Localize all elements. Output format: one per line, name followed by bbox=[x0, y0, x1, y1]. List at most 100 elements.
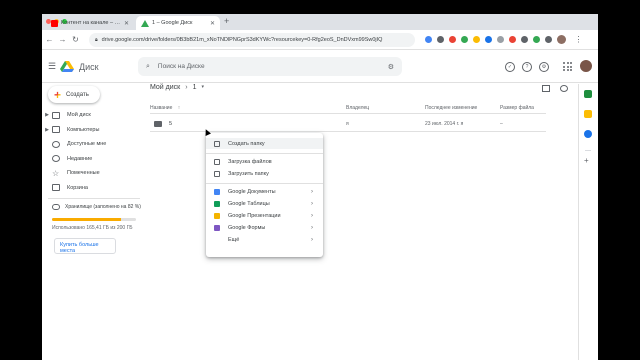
extension-icon[interactable] bbox=[497, 36, 504, 43]
file-size: – bbox=[500, 121, 503, 127]
chevron-right-icon: › bbox=[311, 236, 313, 243]
column-size[interactable]: Размер файла bbox=[500, 105, 534, 111]
create-button[interactable]: + Создать bbox=[48, 86, 100, 103]
keep-icon[interactable] bbox=[584, 110, 592, 118]
close-tab-icon[interactable]: ✕ bbox=[124, 20, 129, 27]
extension-icon[interactable] bbox=[437, 36, 444, 43]
chevron-right-icon: › bbox=[311, 188, 313, 195]
apps-grid-icon[interactable] bbox=[563, 62, 572, 71]
app-name: Диск bbox=[79, 61, 99, 72]
column-owner[interactable]: Владелец bbox=[346, 105, 369, 111]
search-bar[interactable]: ⌕ Поиск на Диске ⚙ bbox=[138, 57, 402, 76]
youtube-favicon-icon bbox=[51, 19, 58, 27]
sidebar-item-label: Компьютеры bbox=[67, 126, 100, 133]
file-upload-icon bbox=[214, 158, 220, 165]
reload-icon[interactable]: ↻ bbox=[70, 35, 81, 44]
menu-item-google-docs[interactable]: Google Документы › bbox=[206, 186, 323, 197]
close-tab-icon[interactable]: ✕ bbox=[210, 20, 215, 27]
menu-item-label: Создать папку bbox=[228, 140, 265, 147]
file-list-header: Название ↑ Владелец Последнее изменение … bbox=[150, 103, 546, 114]
help-icon[interactable]: ? bbox=[522, 62, 532, 72]
file-name: 5 bbox=[169, 121, 173, 127]
sidebar-item-shared[interactable]: Доступные мне bbox=[42, 137, 142, 152]
sidebar-item-label: Мой диск bbox=[67, 112, 91, 119]
breadcrumb-current-folder[interactable]: 1 bbox=[193, 84, 197, 91]
breadcrumb: Мой диск › 1 ▾ bbox=[150, 84, 204, 91]
menu-item-google-forms[interactable]: Google Формы › bbox=[206, 222, 323, 233]
back-icon[interactable]: ← bbox=[44, 35, 55, 44]
extension-icon[interactable] bbox=[533, 36, 540, 43]
extension-icon[interactable] bbox=[425, 36, 432, 43]
tab-youtube[interactable]: Контент на канале – YouTube ✕ bbox=[46, 16, 134, 30]
expand-arrow-icon[interactable]: ▶ bbox=[42, 127, 52, 133]
search-input[interactable]: Поиск на Диске bbox=[158, 63, 380, 70]
sidebar-item-starred[interactable]: ☆ Помеченные bbox=[42, 166, 142, 181]
menu-item-more[interactable]: Ещё › bbox=[206, 234, 323, 245]
file-modified: 23 июл. 2014 г. я bbox=[425, 121, 464, 127]
extension-icon[interactable] bbox=[449, 36, 456, 43]
expand-arrow-icon[interactable]: ▶ bbox=[42, 112, 52, 118]
storage-link[interactable]: Хранилище (заполнено на 82 %) bbox=[52, 204, 142, 210]
menu-item-google-sheets[interactable]: Google Таблицы › bbox=[206, 198, 323, 209]
info-icon[interactable] bbox=[560, 85, 568, 92]
menu-item-new-folder[interactable]: Создать папку bbox=[206, 138, 323, 149]
search-icon[interactable]: ⌕ bbox=[146, 63, 150, 71]
search-options-icon[interactable]: ⚙ bbox=[388, 63, 394, 71]
grid-view-icon[interactable] bbox=[542, 85, 550, 92]
new-tab-button[interactable]: + bbox=[224, 16, 229, 26]
folder-icon bbox=[154, 121, 162, 127]
extension-icon[interactable] bbox=[485, 36, 492, 43]
breadcrumb-my-drive[interactable]: Мой диск bbox=[150, 84, 180, 91]
main-menu-icon[interactable]: ☰ bbox=[48, 61, 58, 72]
profile-avatar[interactable] bbox=[557, 35, 566, 44]
chevron-down-icon[interactable]: ▾ bbox=[201, 84, 204, 91]
recent-icon bbox=[52, 155, 60, 163]
account-avatar[interactable] bbox=[579, 59, 593, 73]
side-panel-divider bbox=[585, 150, 591, 151]
sheets-addon-icon[interactable] bbox=[584, 90, 592, 98]
url-text: drive.google.com/drive/folders/0B3bB21m_… bbox=[101, 36, 383, 43]
drive-logo-icon bbox=[60, 60, 74, 72]
menu-divider bbox=[206, 153, 323, 154]
menu-item-folder-upload[interactable]: Загрузить папку bbox=[206, 168, 323, 179]
plus-icon: + bbox=[54, 87, 62, 102]
sidebar-item-recent[interactable]: Недавние bbox=[42, 152, 142, 167]
trash-icon bbox=[52, 184, 60, 192]
extension-icon[interactable] bbox=[509, 36, 516, 43]
drive-header: ☰ Диск ⌕ Поиск на Диске ⚙ ✓ ? ⚙ bbox=[42, 51, 598, 83]
folder-upload-icon bbox=[214, 170, 220, 177]
menu-item-file-upload[interactable]: Загрузка файлов bbox=[206, 156, 323, 167]
sidebar-item-computers[interactable]: ▶ Компьютеры bbox=[42, 123, 142, 138]
lock-icon: 🔒︎ bbox=[95, 36, 98, 43]
column-name[interactable]: Название ↑ bbox=[150, 105, 180, 111]
extension-icon[interactable] bbox=[461, 36, 468, 43]
add-addon-icon[interactable]: + bbox=[584, 156, 589, 165]
browser-menu-icon[interactable]: ⋮ bbox=[573, 35, 584, 44]
shared-icon bbox=[52, 140, 60, 148]
create-label: Создать bbox=[66, 91, 89, 98]
buy-storage-button[interactable]: Купить больше места bbox=[54, 238, 116, 254]
computers-icon bbox=[52, 126, 60, 134]
settings-icon[interactable]: ⚙ bbox=[539, 62, 549, 72]
forward-icon[interactable]: → bbox=[57, 35, 68, 44]
menu-item-label: Загрузка файлов bbox=[228, 158, 272, 165]
menu-item-google-slides[interactable]: Google Презентации › bbox=[206, 210, 323, 221]
puzzle-icon[interactable] bbox=[545, 36, 552, 43]
breadcrumb-separator: › bbox=[185, 84, 188, 91]
side-panel: + bbox=[578, 84, 598, 360]
offline-status-icon[interactable]: ✓ bbox=[505, 62, 515, 72]
address-bar[interactable]: 🔒︎ drive.google.com/drive/folders/0B3bB2… bbox=[89, 32, 415, 47]
sidebar-item-my-drive[interactable]: ▶ Мой диск bbox=[42, 108, 142, 123]
storage-bar-fill bbox=[52, 218, 121, 221]
tab-drive[interactable]: 1 – Google Диск ✕ bbox=[136, 16, 220, 30]
extension-icon[interactable] bbox=[473, 36, 480, 43]
new-item-menu: Создать папку Загрузка файлов Загрузить … bbox=[206, 133, 323, 257]
file-owner: я bbox=[346, 121, 349, 127]
column-modified[interactable]: Последнее изменение bbox=[425, 105, 477, 111]
tasks-icon[interactable] bbox=[584, 130, 592, 138]
sort-arrow-icon[interactable]: ↑ bbox=[178, 105, 181, 111]
sidebar-item-trash[interactable]: Корзина bbox=[42, 181, 142, 196]
menu-divider bbox=[206, 183, 323, 184]
forms-icon bbox=[214, 224, 220, 231]
extension-icon[interactable] bbox=[521, 36, 528, 43]
